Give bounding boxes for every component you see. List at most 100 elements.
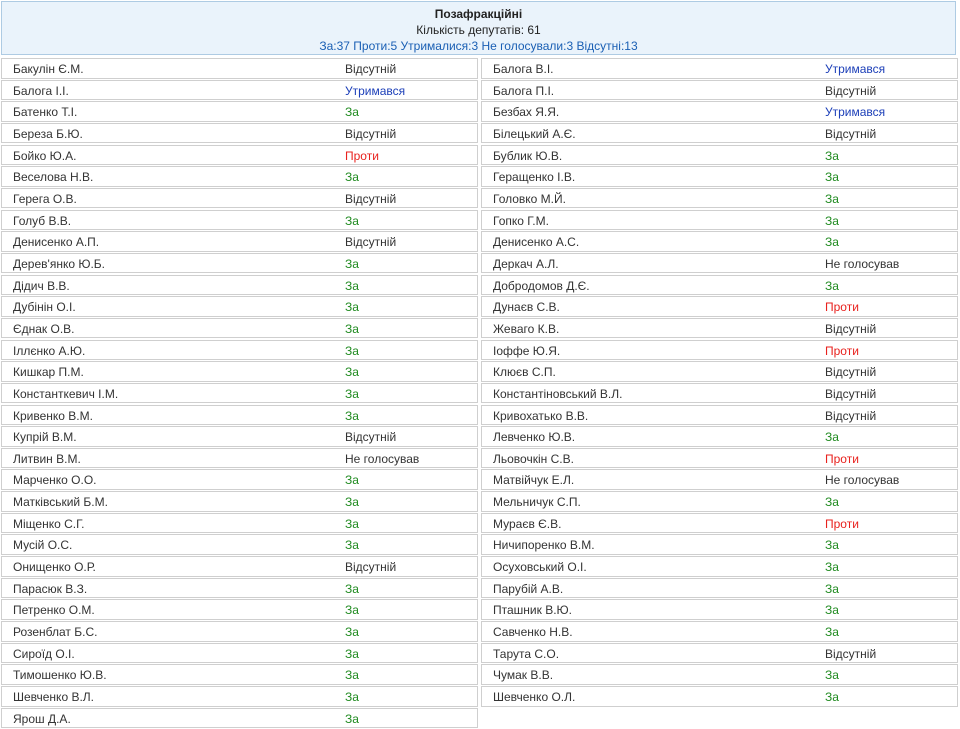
deputy-row: Деркач А.Л. Не голосував	[481, 252, 958, 274]
deputy-vote: За	[825, 495, 839, 510]
deputy-name: Петренко О.М.	[13, 603, 95, 618]
deputy-row: Бакулін Є.М. Відсутній	[1, 58, 478, 79]
deputy-row: Матківський Б.М. За	[1, 491, 478, 512]
deputy-vote: Утримався	[345, 83, 406, 98]
deputy-vote: За	[345, 256, 359, 271]
deputy-row: Геращенко І.В. За	[481, 166, 958, 187]
deputy-vote: За	[825, 581, 839, 596]
deputy-row: Льовочкін С.В. Проти	[481, 447, 958, 469]
deputy-row: Константіновський В.Л. Відсутній	[481, 382, 958, 404]
deputy-row: Береза Б.Ю. Відсутній	[1, 122, 478, 144]
deputy-vote: Відсутній	[825, 646, 877, 661]
deputy-vote: За	[825, 603, 839, 618]
deputy-row: Жеваго К.В. Відсутній	[481, 317, 958, 339]
deputy-row: Герега О.В. Відсутній	[1, 187, 478, 209]
deputy-vote: Відсутній	[345, 235, 397, 250]
deputy-row: Безбах Я.Я. Утримався	[481, 101, 958, 122]
deputy-vote: За	[345, 625, 359, 640]
deputy-row: Дідич В.В. За	[1, 274, 478, 296]
deputy-vote: За	[345, 365, 359, 380]
deputy-vote: Утримався	[825, 105, 886, 120]
deputy-name: Веселова Н.В.	[13, 170, 94, 185]
deputy-name: Ничипоренко В.М.	[493, 538, 595, 553]
deputy-row: Балога П.І. Відсутній	[481, 79, 958, 101]
deputy-row: Розенблат Б.С. За	[1, 621, 478, 642]
vote-summary: За:37 Проти:5 Утрималися:3 Не голосували…	[319, 39, 638, 53]
deputy-name: Бакулін Є.М.	[13, 62, 84, 76]
deputy-name: Балога П.І.	[493, 83, 555, 98]
deputy-row: Тимошенко Ю.В. За	[1, 664, 478, 685]
deputy-name: Шевченко В.Л.	[13, 690, 94, 705]
deputy-vote: Утримався	[825, 62, 886, 76]
deputy-row: Клюєв С.П. Відсутній	[481, 361, 958, 382]
deputy-vote: За	[825, 625, 839, 640]
deputy-name: Кривохатько В.В.	[493, 408, 589, 423]
deputy-name: Гопко Г.М.	[493, 213, 549, 228]
deputy-vote: За	[825, 538, 839, 553]
deputy-vote: Проти	[345, 148, 379, 163]
deputy-name: Ярош Д.А.	[13, 711, 71, 726]
deputy-name: Мельничук С.П.	[493, 495, 581, 510]
deputy-row: Литвин В.М. Не голосував	[1, 447, 478, 469]
deputy-vote: Не голосував	[825, 256, 900, 271]
deputy-row: Константкевич І.М. За	[1, 382, 478, 404]
deputy-name: Міщенко С.Г.	[13, 516, 85, 531]
deputy-row: Парасюк В.З. За	[1, 577, 478, 599]
deputy-vote: За	[345, 321, 359, 336]
deputy-name: Чумак В.В.	[493, 668, 554, 683]
deputy-name: Іллєнко А.Ю.	[13, 343, 86, 358]
deputy-row: Матвійчук Е.Л. Не голосував	[481, 469, 958, 490]
deputy-name: Голуб В.В.	[13, 213, 72, 228]
deputy-name: Батенко Т.І.	[13, 105, 78, 120]
deputy-row: Шевченко В.Л. За	[1, 686, 478, 707]
deputy-row: Дунаєв С.В. Проти	[481, 296, 958, 317]
deputy-row: Батенко Т.І. За	[1, 101, 478, 122]
deputy-name: Балога І.І.	[13, 83, 69, 98]
deputy-vote: За	[345, 473, 359, 488]
deputy-name: Пташник В.Ю.	[493, 603, 572, 618]
deputy-row: Білецький А.Є. Відсутній	[481, 122, 958, 144]
deputy-vote: За	[825, 170, 839, 185]
deputy-name: Жеваго К.В.	[493, 321, 560, 336]
deputy-vote: За	[825, 278, 839, 293]
deputy-name: Левченко Ю.В.	[493, 430, 576, 445]
deputy-vote: За	[345, 495, 359, 510]
deputy-vote: За	[825, 148, 839, 163]
deputy-vote: За	[825, 668, 839, 683]
deputy-row: Чумак В.В. За	[481, 664, 958, 685]
deputy-vote: Відсутній	[825, 126, 877, 141]
deputy-row: Іоффе Ю.Я. Проти	[481, 339, 958, 361]
deputy-row: Кривохатько В.В. Відсутній	[481, 404, 958, 425]
deputy-row: Головко М.Й. За	[481, 187, 958, 209]
deputy-row: Сироїд О.І. За	[1, 642, 478, 664]
deputy-name: Сироїд О.І.	[13, 646, 75, 661]
deputy-vote: Не голосував	[345, 451, 420, 466]
deputy-row: Денисенко А.С. За	[481, 231, 958, 252]
deputy-vote: Відсутній	[825, 83, 877, 98]
deputy-row: Балога І.І. Утримався	[1, 79, 478, 101]
deputy-row: Голуб В.В. За	[1, 209, 478, 231]
deputy-row: Балога В.І. Утримався	[481, 58, 958, 79]
deputy-vote: Не голосував	[825, 473, 900, 488]
deputy-vote: За	[345, 646, 359, 661]
deputy-name: Матвійчук Е.Л.	[493, 473, 575, 488]
deputy-name: Осуховський О.І.	[493, 560, 587, 575]
deputy-vote: За	[345, 538, 359, 553]
deputy-vote: За	[825, 430, 839, 445]
deputy-row: Міщенко С.Г. За	[1, 512, 478, 534]
deputy-name: Тимошенко Ю.В.	[13, 668, 107, 683]
deputy-vote: За	[345, 170, 359, 185]
deputy-vote: Відсутній	[825, 386, 877, 401]
deputy-row: Дубінін О.І. За	[1, 296, 478, 317]
deputy-row: Марченко О.О. За	[1, 469, 478, 490]
deputy-vote: Відсутній	[825, 321, 877, 336]
deputy-row: Дерев'янко Ю.Б. За	[1, 252, 478, 274]
deputy-vote: За	[345, 300, 359, 315]
deputy-row: Кривенко В.М. За	[1, 404, 478, 425]
deputy-name: Бойко Ю.А.	[13, 148, 77, 163]
deputy-name: Дерев'янко Ю.Б.	[13, 256, 105, 271]
deputy-name: Бублик Ю.В.	[493, 148, 563, 163]
deputy-vote: За	[345, 408, 359, 423]
deputy-name: Береза Б.Ю.	[13, 126, 83, 141]
deputy-name: Денисенко А.П.	[13, 235, 100, 250]
